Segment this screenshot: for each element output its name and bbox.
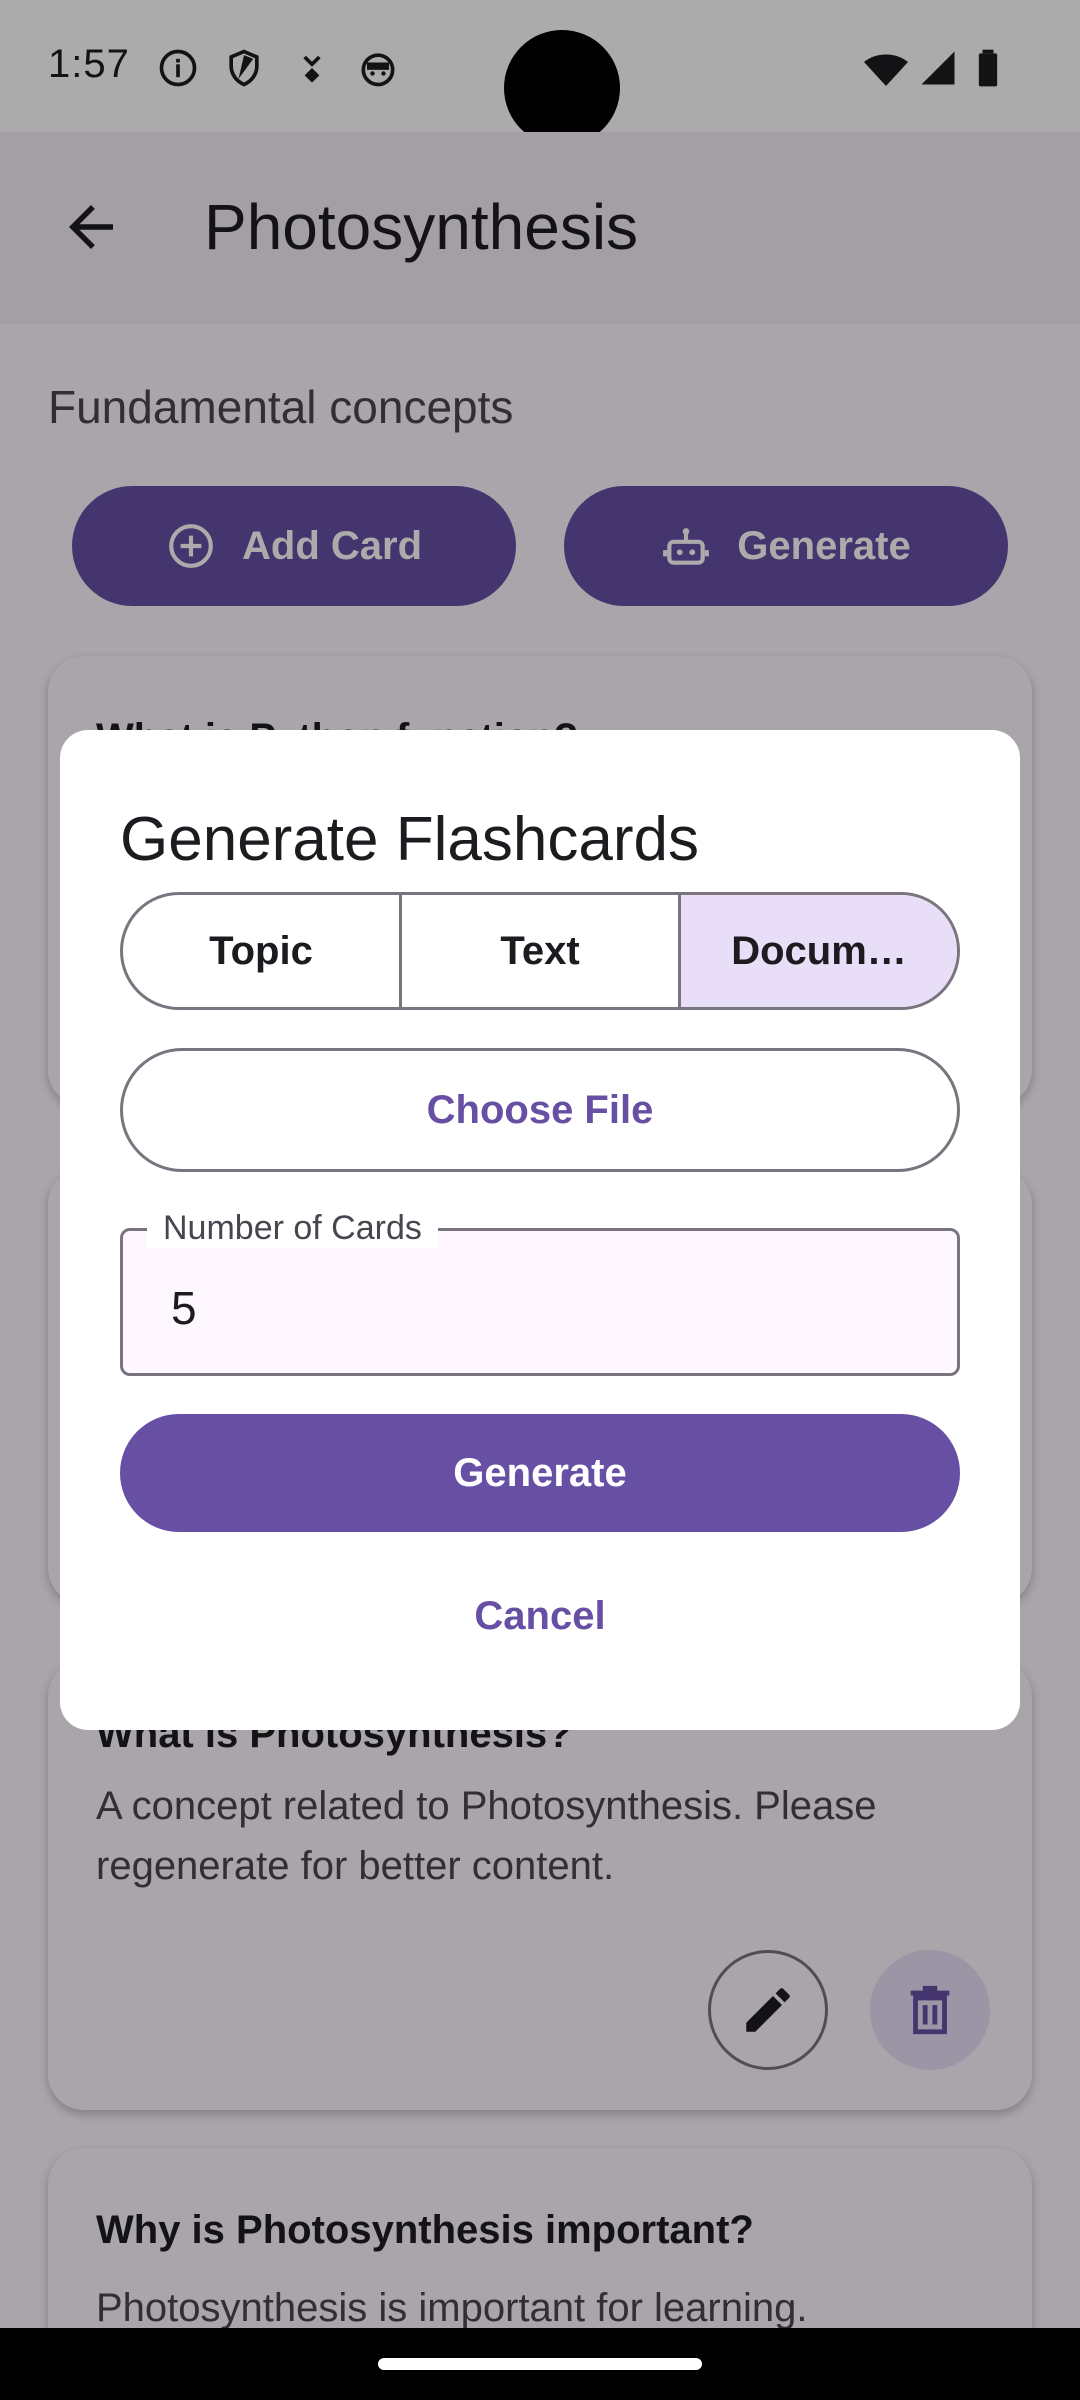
tab-document[interactable]: Docum… <box>681 895 957 1007</box>
number-of-cards-field[interactable]: Number of Cards 5 <box>120 1209 960 1376</box>
home-gesture-handle[interactable] <box>378 2358 702 2370</box>
tab-text[interactable]: Text <box>402 895 681 1007</box>
dialog-title: Generate Flashcards <box>120 805 699 874</box>
cancel-button[interactable]: Cancel <box>390 1566 690 1666</box>
tab-topic[interactable]: Topic <box>123 895 402 1007</box>
number-of-cards-value[interactable]: 5 <box>171 1281 197 1335</box>
generate-button[interactable]: Generate <box>120 1414 960 1532</box>
number-of-cards-label: Number of Cards <box>147 1209 438 1248</box>
choose-file-button[interactable]: Choose File <box>120 1048 960 1172</box>
navigation-bar <box>0 2328 1080 2400</box>
source-segmented-button: Topic Text Docum… <box>120 892 960 1010</box>
generate-flashcards-dialog: Generate Flashcards Topic Text Docum… Ch… <box>60 730 1020 1730</box>
